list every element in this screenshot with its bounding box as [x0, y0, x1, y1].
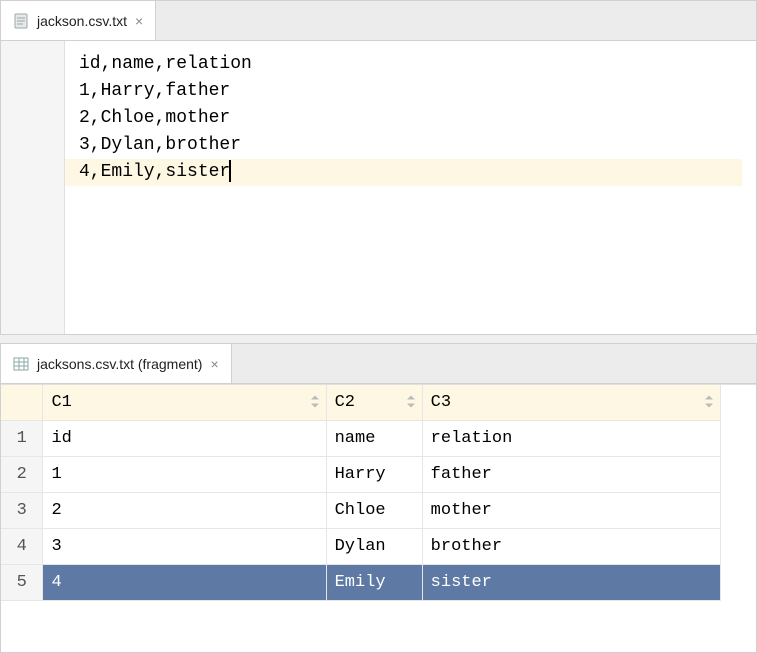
text-caret — [229, 160, 231, 182]
editor-tab-label: jackson.csv.txt — [37, 13, 127, 29]
sort-icon[interactable] — [310, 395, 320, 410]
table-tab[interactable]: jacksons.csv.txt (fragment) × — [1, 344, 232, 383]
table-cell[interactable]: name — [327, 421, 423, 457]
column-label: C3 — [431, 393, 451, 412]
table-row[interactable]: 21Harryfather — [1, 457, 721, 493]
row-number-cell[interactable]: 4 — [1, 529, 43, 565]
data-grid: C1 C2 C3 — [1, 385, 721, 601]
table-cell[interactable]: Chloe — [327, 493, 423, 529]
table-cell[interactable]: 4 — [43, 565, 326, 601]
table-cell[interactable]: id — [43, 421, 326, 457]
text-editor-pane: jackson.csv.txt × id,name,relation1,Harr… — [0, 0, 757, 335]
table-row[interactable]: 1idnamerelation — [1, 421, 721, 457]
column-header[interactable]: C1 — [43, 385, 326, 421]
editor-area[interactable]: id,name,relation1,Harry,father2,Chloe,mo… — [1, 41, 756, 334]
editor-gutter — [1, 41, 65, 334]
row-number-cell[interactable]: 1 — [1, 421, 43, 457]
column-label: C1 — [51, 393, 71, 412]
row-number-cell[interactable]: 3 — [1, 493, 43, 529]
table-row[interactable]: 54Emilysister — [1, 565, 721, 601]
table-cell[interactable]: relation — [423, 421, 721, 457]
table-cell[interactable]: 3 — [43, 529, 326, 565]
text-file-icon — [13, 13, 29, 29]
table-row[interactable]: 32Chloemother — [1, 493, 721, 529]
code-line[interactable]: id,name,relation — [79, 51, 742, 78]
table-cell[interactable]: 1 — [43, 457, 326, 493]
table-cell[interactable]: Harry — [327, 457, 423, 493]
table-cell[interactable]: sister — [423, 565, 721, 601]
editor-content[interactable]: id,name,relation1,Harry,father2,Chloe,mo… — [65, 41, 756, 334]
table-cell[interactable]: brother — [423, 529, 721, 565]
row-number-cell[interactable]: 2 — [1, 457, 43, 493]
column-header[interactable]: C2 — [327, 385, 423, 421]
code-line[interactable]: 1,Harry,father — [79, 78, 742, 105]
table-cell[interactable]: Dylan — [327, 529, 423, 565]
table-cell[interactable]: Emily — [327, 565, 423, 601]
header-row: C1 C2 C3 — [1, 385, 721, 421]
table-cell[interactable]: father — [423, 457, 721, 493]
column-label: C2 — [335, 393, 355, 412]
code-line[interactable]: 4,Emily,sister — [65, 159, 742, 186]
sort-icon[interactable] — [704, 395, 714, 410]
code-line[interactable]: 3,Dylan,brother — [79, 132, 742, 159]
table-cell[interactable]: 2 — [43, 493, 326, 529]
corner-cell — [1, 385, 43, 421]
table-tab-bar: jacksons.csv.txt (fragment) × — [1, 344, 756, 384]
close-icon[interactable]: × — [135, 14, 143, 28]
table-scroll[interactable]: C1 C2 C3 — [1, 384, 756, 652]
row-number-cell[interactable]: 5 — [1, 565, 43, 601]
code-line[interactable]: 2,Chloe,mother — [79, 105, 742, 132]
table-icon — [13, 356, 29, 372]
close-icon[interactable]: × — [210, 357, 218, 371]
table-row[interactable]: 43Dylanbrother — [1, 529, 721, 565]
editor-tab-bar: jackson.csv.txt × — [1, 1, 756, 41]
sort-icon[interactable] — [406, 395, 416, 410]
editor-tab[interactable]: jackson.csv.txt × — [1, 1, 156, 40]
table-tab-label: jacksons.csv.txt (fragment) — [37, 356, 202, 372]
table-view-pane: jacksons.csv.txt (fragment) × C1 C2 — [0, 343, 757, 653]
table-cell[interactable]: mother — [423, 493, 721, 529]
column-header[interactable]: C3 — [423, 385, 721, 421]
